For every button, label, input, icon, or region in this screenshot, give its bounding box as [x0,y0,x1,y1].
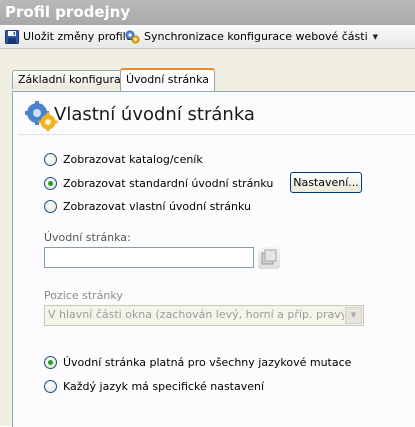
divider [18,134,415,135]
radio-button[interactable] [44,355,57,369]
radio-label: Úvodní stránka platná pro všechny jazyko… [63,355,352,369]
sync-config-button[interactable]: Synchronizace konfigurace webové části ▼ [125,28,378,45]
floppy-disk-icon [5,29,19,44]
sync-config-label: Synchronizace konfigurace webové části [144,30,368,43]
homepage-input[interactable] [44,247,254,268]
radio-label: Zobrazovat standardní úvodní stránku [63,176,274,190]
position-select[interactable]: V hlavní části okna (zachován levý, horn… [44,305,364,326]
browse-button[interactable] [258,247,280,269]
window-title: Profil prodejny [5,3,131,21]
position-select-value: V hlavní části okna (zachován levý, horn… [48,308,344,321]
radio-label: Zobrazovat katalog/ceník [63,152,203,166]
browse-icon [261,249,277,265]
radio-button[interactable] [44,152,57,166]
radio-show-catalog[interactable]: Zobrazovat katalog/ceník [44,151,203,167]
radio-label: Každý jazyk má specifické nastavení [63,379,265,393]
radio-button[interactable] [44,199,57,213]
gears-icon [25,101,58,131]
panel-title: Vlastní úvodní stránka [54,104,255,125]
homepage-label: Úvodní stránka: [44,231,131,244]
dropdown-arrow-icon[interactable]: ▼ [373,33,378,41]
position-label: Pozice stránky [44,289,123,302]
toolbar: Uložit změny profilu Synchronizace konfi… [0,25,415,49]
radio-show-custom-homepage[interactable]: Zobrazovat vlastní úvodní stránku [44,198,251,214]
title-bar: Profil prodejny [0,0,415,25]
radio-label: Zobrazovat vlastní úvodní stránku [63,199,251,213]
radio-all-languages[interactable]: Úvodní stránka platná pro všechny jazyko… [44,354,351,370]
save-profile-button[interactable]: Uložit změny profilu [5,28,133,45]
settings-button[interactable]: Nastavení... [290,172,362,193]
radio-per-language[interactable]: Každý jazyk má specifické nastavení [44,378,264,394]
gears-sync-icon [125,29,140,44]
radio-show-standard-homepage[interactable]: Zobrazovat standardní úvodní stránku [44,175,273,191]
chevron-down-icon: ▼ [345,307,362,324]
radio-button[interactable] [44,176,57,190]
save-profile-label: Uložit změny profilu [23,30,133,43]
tab-homepage[interactable]: Úvodní stránka [120,68,215,91]
radio-button[interactable] [44,379,57,393]
